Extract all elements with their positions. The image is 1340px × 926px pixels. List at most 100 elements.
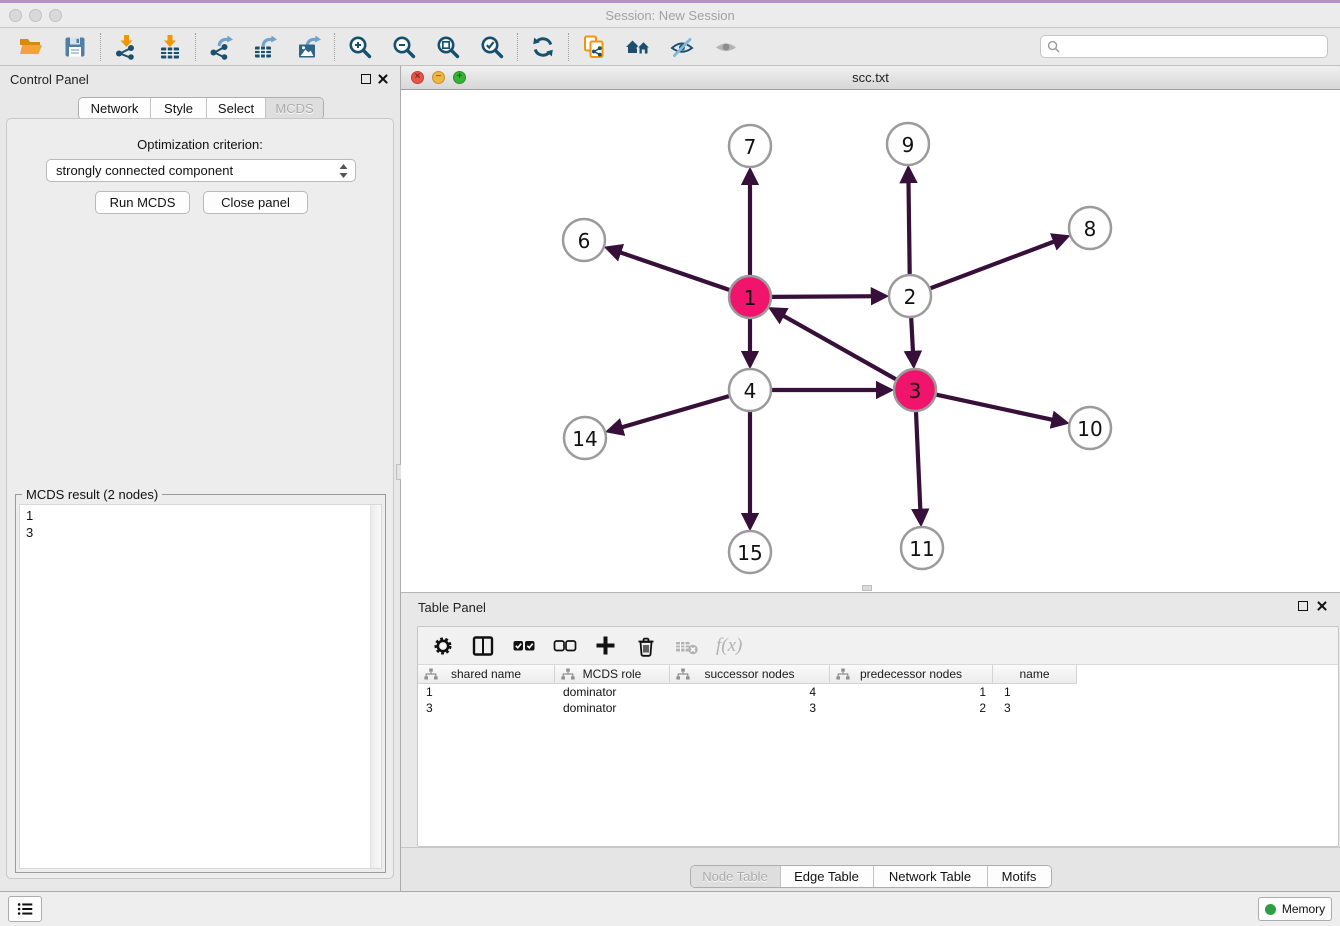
status-bar: Memory xyxy=(0,891,1340,926)
edge-1-to-2[interactable] xyxy=(772,296,880,297)
table-row[interactable]: 1 dominator 4 1 1 xyxy=(418,684,1338,700)
tab-mcds[interactable]: MCDS xyxy=(266,98,323,119)
column-label: shared name xyxy=(451,667,521,681)
column-type-icon xyxy=(676,668,690,681)
select-all-button[interactable] xyxy=(512,631,536,661)
edge-2-to-9[interactable] xyxy=(908,174,909,274)
show-columns-button[interactable] xyxy=(471,631,495,661)
show-all-button[interactable] xyxy=(711,31,741,63)
import-network-button[interactable] xyxy=(111,31,141,63)
zoom-in-button[interactable] xyxy=(345,31,375,63)
close-table-panel-icon[interactable] xyxy=(1316,600,1328,612)
node-label-3: 3 xyxy=(909,379,922,403)
column-label: MCDS role xyxy=(583,667,642,681)
network-canvas[interactable]: 7968124314101511 xyxy=(401,90,1340,592)
memory-status-button[interactable]: Memory xyxy=(1258,897,1332,921)
apply-function-button[interactable]: f(x) xyxy=(716,631,742,661)
float-panel-icon[interactable] xyxy=(361,74,371,84)
result-line: 1 xyxy=(20,505,381,524)
edge-1-to-6[interactable] xyxy=(612,250,729,290)
edge-3-to-11[interactable] xyxy=(916,412,921,518)
table-header-row: shared name MCDS role successor nodes pr… xyxy=(418,665,1338,684)
control-panel-header: Control Panel xyxy=(0,66,400,92)
gear-icon xyxy=(432,635,454,657)
tab-motifs[interactable]: Motifs xyxy=(988,866,1051,887)
column-header-name[interactable]: name xyxy=(993,665,1077,684)
node-label-7: 7 xyxy=(744,135,757,159)
edge-2-to-3[interactable] xyxy=(911,318,913,360)
zoom-fit-button[interactable] xyxy=(433,31,463,63)
table-row[interactable]: 3 dominator 3 2 3 xyxy=(418,700,1338,716)
edge-2-to-8[interactable] xyxy=(931,239,1062,289)
tab-network-table[interactable]: Network Table xyxy=(874,866,988,887)
network-window-titlebar: scc.txt xyxy=(401,66,1340,90)
deselect-all-button[interactable] xyxy=(553,631,577,661)
export-network-icon xyxy=(208,34,234,60)
import-table-button[interactable] xyxy=(155,31,185,63)
export-image-icon xyxy=(296,34,322,60)
table-toolbar: f(x) xyxy=(418,627,1338,665)
export-table-icon xyxy=(252,34,278,60)
trash-icon xyxy=(634,634,658,658)
hide-selected-button[interactable] xyxy=(667,31,697,63)
column-header-predecessor-nodes[interactable]: predecessor nodes xyxy=(830,665,993,684)
export-image-button[interactable] xyxy=(294,31,324,63)
save-floppy-icon xyxy=(62,34,88,60)
cell-predecessor-nodes: 2 xyxy=(830,700,993,716)
node-label-9: 9 xyxy=(902,133,915,157)
network-table-divider-handle[interactable] xyxy=(862,585,872,591)
tab-edge-table[interactable]: Edge Table xyxy=(781,866,874,887)
delete-column-button[interactable] xyxy=(634,631,658,661)
eye-icon xyxy=(713,34,739,60)
tab-style[interactable]: Style xyxy=(151,98,207,119)
table-settings-button[interactable] xyxy=(432,631,454,661)
close-panel-button[interactable]: Close panel xyxy=(203,191,308,214)
node-label-1: 1 xyxy=(744,286,757,310)
app-titlebar: Session: New Session xyxy=(0,0,1340,28)
tab-node-table[interactable]: Node Table xyxy=(691,866,781,887)
open-session-button[interactable] xyxy=(16,31,46,63)
zoom-selected-button[interactable] xyxy=(477,31,507,63)
node-label-11: 11 xyxy=(909,537,934,561)
export-table-button[interactable] xyxy=(250,31,280,63)
criterion-select[interactable]: strongly connected component xyxy=(46,159,356,182)
tab-network[interactable]: Network xyxy=(79,98,151,119)
zoom-out-button[interactable] xyxy=(389,31,419,63)
deselect-all-checkboxes-icon xyxy=(553,635,577,657)
edge-4-to-14[interactable] xyxy=(614,396,729,430)
cell-predecessor-nodes: 1 xyxy=(830,684,993,700)
task-history-button[interactable] xyxy=(8,896,42,922)
import-table-icon xyxy=(157,34,183,60)
edge-3-to-10[interactable] xyxy=(937,395,1061,422)
apply-layout-button[interactable] xyxy=(528,31,558,63)
mcds-result-list[interactable]: 1 3 xyxy=(19,504,382,869)
eye-slash-icon xyxy=(669,34,695,60)
open-folder-icon xyxy=(18,34,44,60)
column-header-shared-name[interactable]: shared name xyxy=(418,665,555,684)
edge-3-to-1[interactable] xyxy=(776,312,896,380)
column-header-successor-nodes[interactable]: successor nodes xyxy=(670,665,830,684)
tab-select[interactable]: Select xyxy=(207,98,266,119)
optimization-criterion-label: Optimization criterion: xyxy=(7,137,393,152)
export-network-button[interactable] xyxy=(206,31,236,63)
close-panel-icon[interactable] xyxy=(377,73,389,85)
cell-shared-name: 3 xyxy=(418,700,555,716)
result-scrollbar[interactable] xyxy=(370,505,381,868)
column-type-icon xyxy=(424,668,438,681)
float-table-panel-icon[interactable] xyxy=(1298,601,1308,611)
add-column-button[interactable] xyxy=(594,631,617,661)
zoom-selected-icon xyxy=(479,34,505,60)
search-input[interactable] xyxy=(1064,40,1321,54)
save-session-button[interactable] xyxy=(60,31,90,63)
column-type-icon xyxy=(836,668,850,681)
run-mcds-button[interactable]: Run MCDS xyxy=(95,191,190,214)
node-table-container: f(x) shared name MCDS role successor nod… xyxy=(417,626,1339,847)
new-network-from-selection-button[interactable] xyxy=(579,31,609,63)
network-window-title: scc.txt xyxy=(401,70,1340,85)
node-label-10: 10 xyxy=(1077,417,1102,441)
column-header-mcds-role[interactable]: MCDS role xyxy=(555,665,670,684)
first-neighbors-button[interactable] xyxy=(623,31,653,63)
node-label-14: 14 xyxy=(572,427,597,451)
delete-table-button[interactable] xyxy=(675,631,699,661)
mcds-tab-content: Optimization criterion: strongly connect… xyxy=(6,118,394,879)
